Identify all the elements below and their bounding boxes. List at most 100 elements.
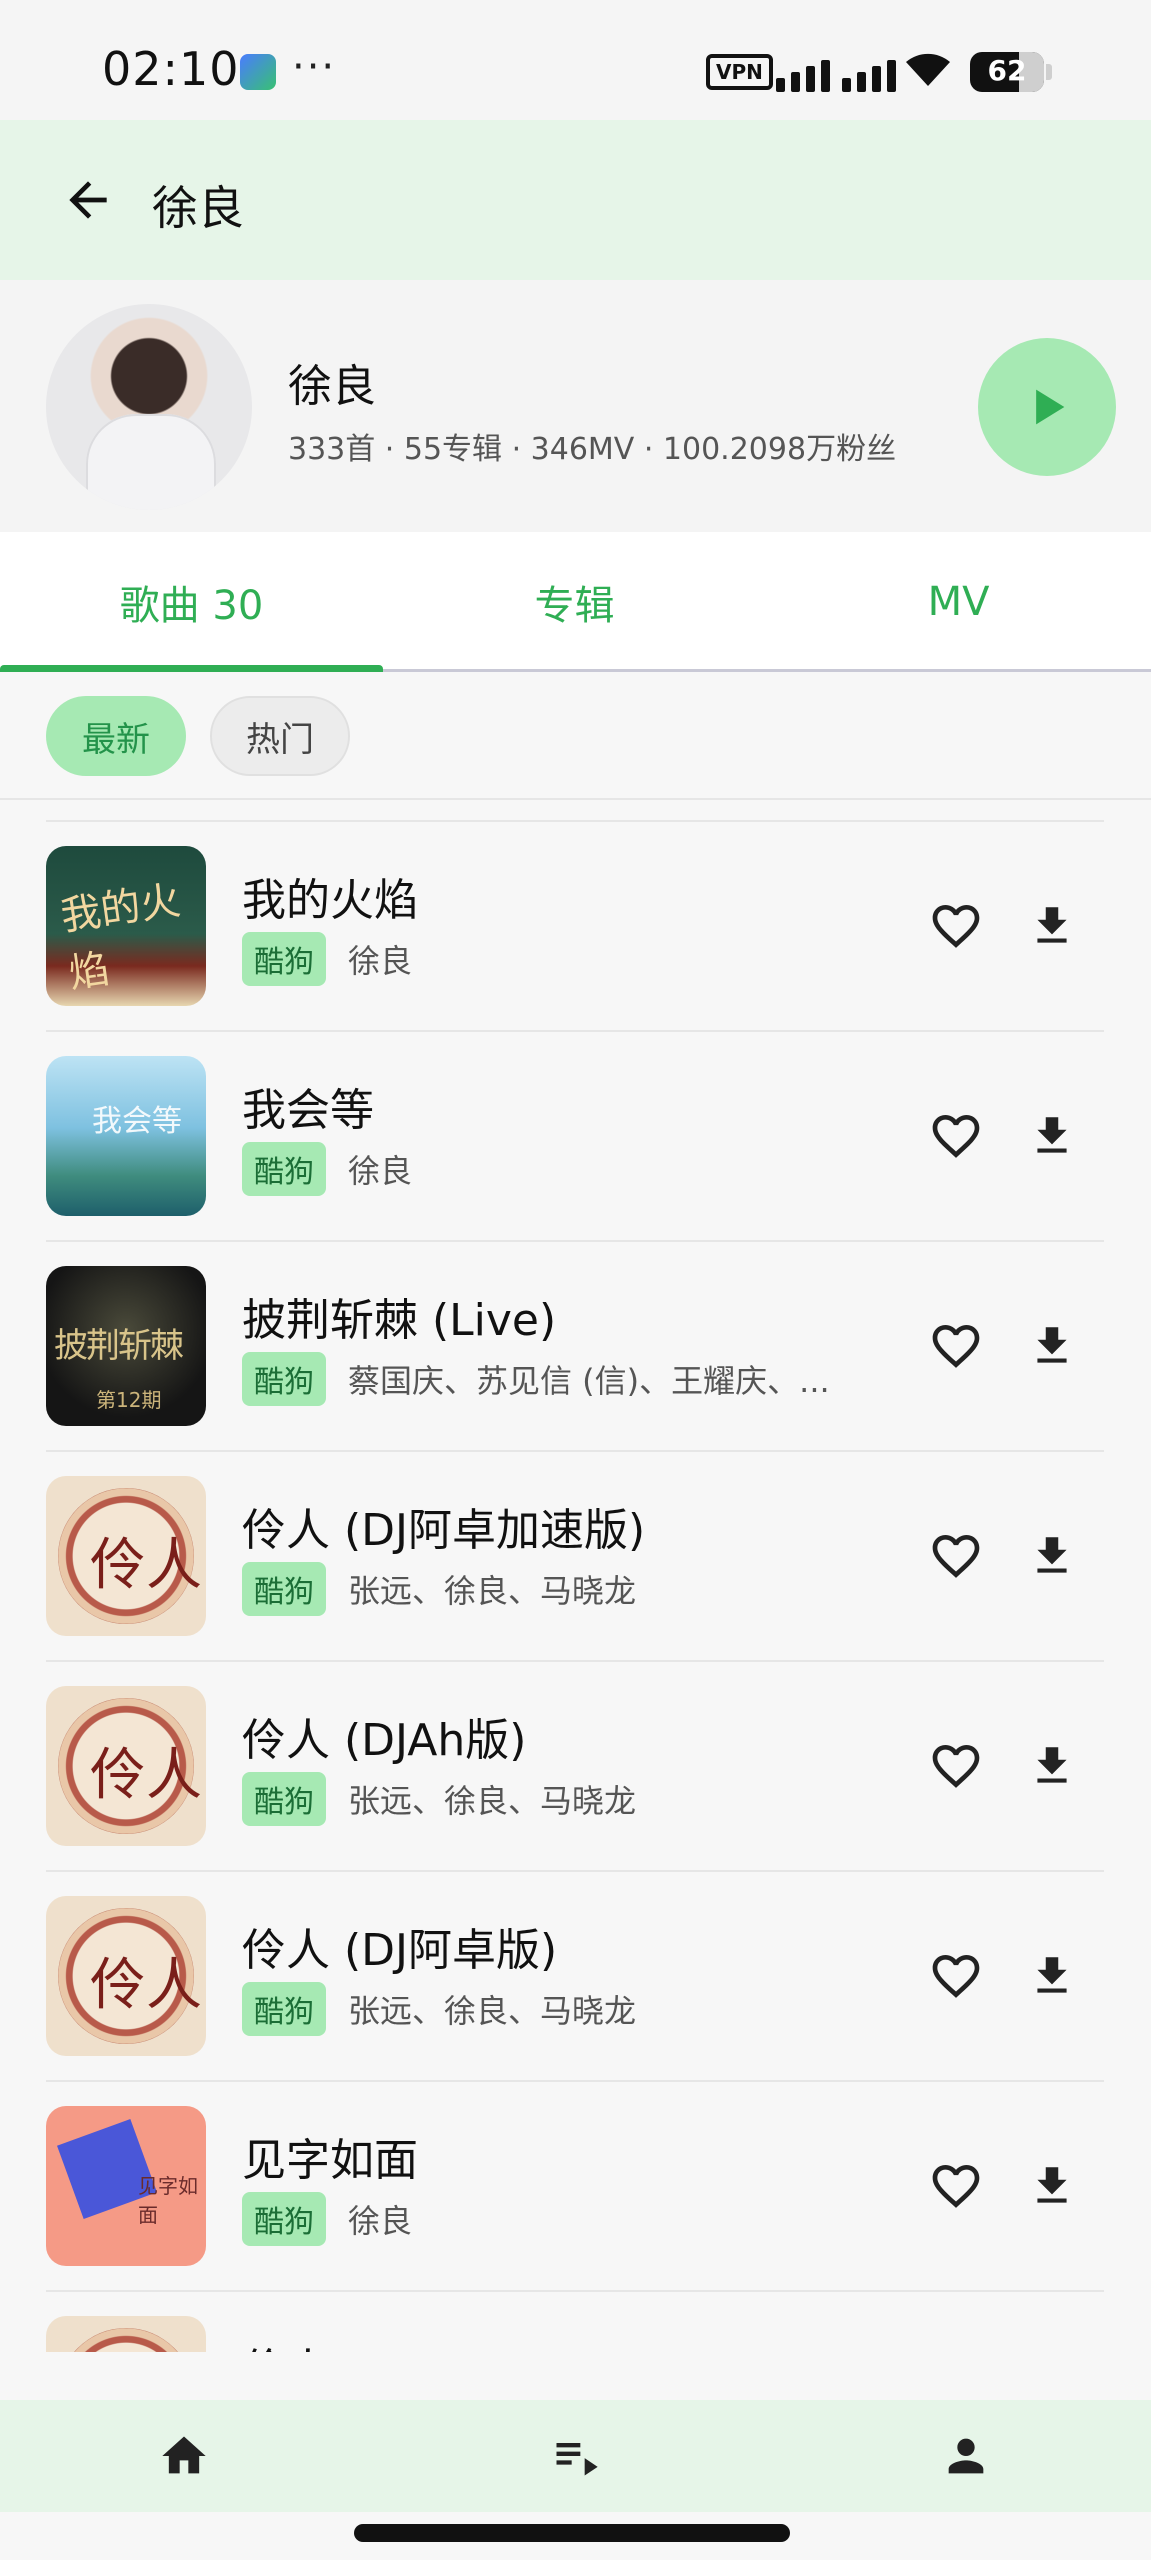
song-artists: 张远、徐良、马晓龙: [348, 1992, 637, 2030]
tab-mv[interactable]: MV: [766, 532, 1151, 672]
song-title: 伶人 (DJ阿卓版): [242, 1925, 558, 1976]
bottom-nav: [0, 2400, 1151, 2512]
download-icon: [1037, 2167, 1067, 2203]
source-badge: 酷狗: [242, 2192, 326, 2246]
tab-songs[interactable]: 歌曲 30: [0, 532, 383, 672]
signal-icon: [776, 52, 896, 92]
song-row[interactable]: 伶人 伶人 (DJ阿卓加速版) 酷狗 张远、徐良、马晓龙: [46, 1452, 1104, 1662]
download-icon: [1037, 1327, 1067, 1363]
heart-outline-icon: [932, 905, 980, 948]
back-button[interactable]: [48, 160, 128, 240]
app-bar: 徐良: [0, 120, 1151, 280]
tab-songs-label: 歌曲 30: [119, 583, 264, 629]
cover-text: 伶人: [90, 1533, 202, 1598]
person-icon: [948, 2438, 984, 2474]
tab-albums-label: 专辑: [534, 583, 615, 629]
tab-mv-label: MV: [927, 579, 990, 625]
chip-latest[interactable]: 最新: [46, 696, 186, 776]
artist-name: 徐良: [288, 361, 376, 412]
nav-playlist[interactable]: [536, 2416, 616, 2496]
cover-text: 伶人: [90, 1743, 202, 1808]
home-icon: [162, 2436, 206, 2474]
vpn-icon: VPN: [706, 54, 773, 90]
download-button[interactable]: [1012, 1096, 1092, 1176]
download-button[interactable]: [1012, 1516, 1092, 1596]
like-button[interactable]: [916, 1306, 996, 1386]
song-artists: 蔡国庆、苏见信 (信)、王耀庆、...: [348, 1362, 830, 1400]
like-button[interactable]: [916, 1936, 996, 2016]
song-cover: 我会等: [46, 1056, 206, 1216]
status-time: 02:10: [102, 42, 240, 96]
song-row[interactable]: 我的火焰 我的火焰 酷狗 徐良: [46, 822, 1104, 1032]
cover-text: 我的火焰: [58, 877, 184, 998]
heart-outline-icon: [932, 1535, 980, 1578]
download-icon: [1037, 1957, 1067, 1993]
song-artists: 徐良: [348, 1152, 413, 1190]
like-button[interactable]: [916, 1516, 996, 1596]
sort-chips: 最新 热门: [0, 672, 1151, 800]
tab-bar: 歌曲 30 专辑 MV: [0, 532, 1151, 672]
download-icon: [1037, 1747, 1067, 1783]
source-badge: 酷狗: [242, 1982, 326, 2036]
cover-text: 我会等: [92, 1104, 182, 1139]
battery-tip: [1046, 64, 1052, 80]
download-button[interactable]: [1012, 1306, 1092, 1386]
download-icon: [1037, 1537, 1067, 1573]
song-artists: 张远、徐良、马晓龙: [348, 1782, 637, 1820]
song-row[interactable]: 披荆斩棘 第12期 披荆斩棘 (Live) 酷狗 蔡国庆、苏见信 (信)、王耀庆…: [46, 1242, 1104, 1452]
song-row[interactable]: 我会等 我会等 酷狗 徐良: [46, 1032, 1104, 1242]
download-icon: [1037, 1117, 1067, 1153]
song-title: 我的火焰: [242, 875, 418, 926]
download-button[interactable]: [1012, 1726, 1092, 1806]
song-title: 披荆斩棘 (Live): [242, 1295, 557, 1346]
battery-level: 62: [987, 54, 1027, 87]
download-button[interactable]: [1012, 2146, 1092, 2226]
chip-popular-label: 热门: [246, 719, 314, 760]
home-gesture-bar[interactable]: [354, 2524, 790, 2542]
app-notification-icon: [240, 54, 276, 90]
song-row[interactable]: 伶人 伶人 (DJ阿卓版) 酷狗 张远、徐良、马晓龙: [46, 1872, 1104, 2082]
artist-header: 徐良 333首 · 55专辑 · 346MV · 100.2098万粉丝: [0, 280, 1151, 532]
song-cover: 伶人: [46, 2316, 206, 2352]
like-button[interactable]: [916, 1726, 996, 1806]
source-badge: 酷狗: [242, 1352, 326, 1406]
like-button[interactable]: [916, 1096, 996, 1176]
heart-outline-icon: [932, 1955, 980, 1998]
play-icon: [1036, 389, 1065, 425]
nav-home[interactable]: [144, 2416, 224, 2496]
song-cover: 伶人: [46, 1476, 206, 1636]
download-icon: [1037, 907, 1067, 943]
download-button[interactable]: [1012, 1936, 1092, 2016]
song-artists: 张远、徐良、马晓龙: [348, 1572, 637, 1610]
song-cover: 我的火焰: [46, 846, 206, 1006]
tab-albums[interactable]: 专辑: [383, 532, 766, 672]
chip-popular[interactable]: 热门: [210, 696, 350, 776]
song-title: 伶人 (DJ阿卓加速版): [242, 1505, 646, 1556]
artist-stats: 333首 · 55专辑 · 346MV · 100.2098万粉丝: [288, 432, 897, 467]
like-button[interactable]: [916, 2146, 996, 2226]
song-row[interactable]: 伶人 伶人 (DJAh版) 酷狗 张远、徐良、马晓龙: [46, 1662, 1104, 1872]
song-title: 伶人: [242, 2334, 330, 2352]
song-row[interactable]: 见字如面 见字如面 酷狗 徐良: [46, 2082, 1104, 2292]
like-button[interactable]: [916, 886, 996, 966]
source-badge: 酷狗: [242, 1142, 326, 1196]
artist-avatar: [46, 304, 252, 510]
song-cover: 见字如面: [46, 2106, 206, 2266]
nav-profile[interactable]: [926, 2416, 1006, 2496]
song-list: 我的火焰 我的火焰 酷狗 徐良 我会等 我会等 酷狗 徐良 披荆斩棘 第12期 …: [0, 800, 1151, 2352]
song-row[interactable]: 伶人 伶人: [46, 2292, 1104, 2352]
cover-text: 见字如面: [138, 2174, 198, 2227]
download-button[interactable]: [1012, 886, 1092, 966]
battery-icon: 62: [970, 52, 1044, 92]
playlist-icon: [556, 2443, 598, 2476]
arrow-left-icon: [69, 181, 107, 219]
song-cover: 披荆斩棘 第12期: [46, 1266, 206, 1426]
song-cover: 伶人: [46, 1896, 206, 2056]
heart-outline-icon: [932, 1325, 980, 1368]
cover-text: 披荆斩棘: [54, 1326, 184, 1366]
song-title: 见字如面: [242, 2135, 418, 2186]
status-bar: 02:10 ··· VPN 62: [0, 0, 1151, 120]
chip-latest-label: 最新: [82, 719, 150, 760]
source-badge: 酷狗: [242, 932, 326, 986]
play-all-button[interactable]: [978, 338, 1116, 476]
